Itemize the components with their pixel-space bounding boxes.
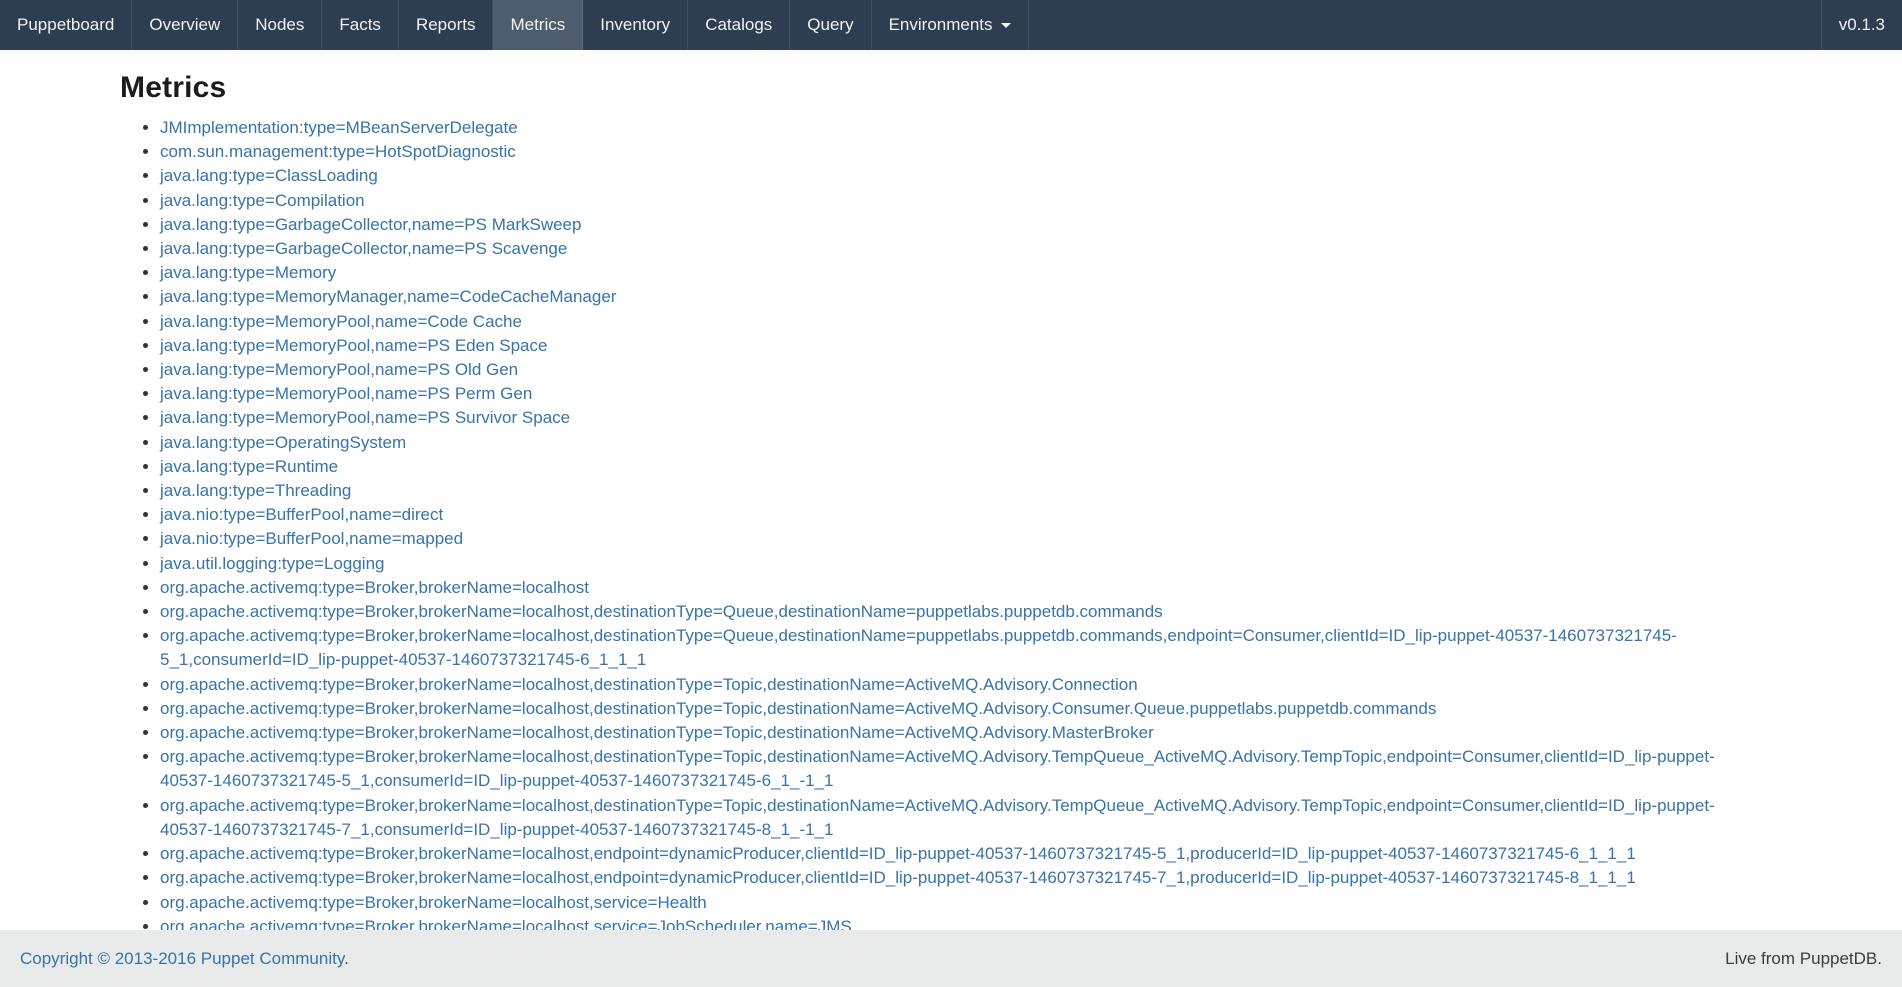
environments-dropdown[interactable]: Environments [872, 0, 1029, 50]
metric-list-item: java.lang:type=MemoryPool,name=Code Cach… [160, 310, 1740, 334]
navbar-brand[interactable]: Puppetboard [0, 0, 132, 50]
metric-list-item: org.apache.activemq:type=Broker,brokerNa… [160, 842, 1740, 866]
metric-list-item: java.lang:type=MemoryPool,name=PS Old Ge… [160, 358, 1740, 382]
metric-list-item: java.lang:type=Runtime [160, 455, 1740, 479]
metric-list-item: java.lang:type=MemoryPool,name=PS Eden S… [160, 334, 1740, 358]
metric-link[interactable]: JMImplementation:type=MBeanServerDelegat… [160, 118, 518, 137]
tab-reports[interactable]: Reports [399, 0, 494, 50]
metric-link[interactable]: java.lang:type=GarbageCollector,name=PS … [160, 239, 567, 258]
metric-list-item: org.apache.activemq:type=Broker,brokerNa… [160, 624, 1740, 672]
version-badge: v0.1.3 [1821, 0, 1902, 50]
tab-facts[interactable]: Facts [322, 0, 399, 50]
footer: Copyright © 2013-2016 Puppet Community. … [0, 930, 1902, 987]
metric-link[interactable]: org.apache.activemq:type=Broker,brokerNa… [160, 723, 1154, 742]
metric-list-item: org.apache.activemq:type=Broker,brokerNa… [160, 866, 1740, 890]
metric-link[interactable]: java.lang:type=GarbageCollector,name=PS … [160, 215, 581, 234]
metric-list-item: org.apache.activemq:type=Broker,brokerNa… [160, 745, 1740, 793]
metric-link[interactable]: java.lang:type=Threading [160, 481, 351, 500]
metric-link[interactable]: java.util.logging:type=Logging [160, 554, 384, 573]
metric-list-item: java.lang:type=Threading [160, 479, 1740, 503]
metric-list-item: org.apache.activemq:type=Broker,brokerNa… [160, 576, 1740, 600]
metric-list-item: java.lang:type=MemoryManager,name=CodeCa… [160, 285, 1740, 309]
metric-list-item: org.apache.activemq:type=Broker,brokerNa… [160, 794, 1740, 842]
metric-list-item: java.util.logging:type=Logging [160, 552, 1740, 576]
footer-copyright: Copyright © 2013-2016 Puppet Community. [20, 949, 349, 969]
metric-list-item: java.nio:type=BufferPool,name=direct [160, 503, 1740, 527]
metric-link[interactable]: java.lang:type=Memory [160, 263, 336, 282]
metric-link[interactable]: org.apache.activemq:type=Broker,brokerNa… [160, 699, 1436, 718]
metric-list-item: org.apache.activemq:type=Broker,brokerNa… [160, 673, 1740, 697]
metric-link[interactable]: org.apache.activemq:type=Broker,brokerNa… [160, 578, 589, 597]
tab-overview[interactable]: Overview [132, 0, 238, 50]
metric-list-item: JMImplementation:type=MBeanServerDelegat… [160, 116, 1740, 140]
metric-list-item: org.apache.activemq:type=Broker,brokerNa… [160, 600, 1740, 624]
metric-link[interactable]: com.sun.management:type=HotSpotDiagnosti… [160, 142, 516, 161]
copyright-link[interactable]: Copyright © 2013-2016 Puppet Community [20, 949, 344, 968]
navbar-spacer [1029, 0, 1821, 50]
metric-link[interactable]: java.lang:type=Compilation [160, 191, 365, 210]
metric-link[interactable]: org.apache.activemq:type=Broker,brokerNa… [160, 626, 1677, 669]
navbar-tabs: Overview Nodes Facts Reports Metrics Inv… [132, 0, 871, 50]
puppetdb-status: Live from PuppetDB. [1725, 949, 1882, 969]
metric-list-item: java.nio:type=BufferPool,name=mapped [160, 527, 1740, 551]
tab-metrics[interactable]: Metrics [493, 0, 583, 50]
metric-list-item: java.lang:type=MemoryPool,name=PS Perm G… [160, 382, 1740, 406]
metric-link[interactable]: org.apache.activemq:type=Broker,brokerNa… [160, 844, 1636, 863]
metric-link[interactable]: java.lang:type=OperatingSystem [160, 433, 406, 452]
metric-list-item: java.lang:type=MemoryPool,name=PS Surviv… [160, 406, 1740, 430]
metric-link[interactable]: org.apache.activemq:type=Broker,brokerNa… [160, 675, 1138, 694]
metric-link[interactable]: java.lang:type=MemoryPool,name=PS Eden S… [160, 336, 547, 355]
page-title: Metrics [120, 71, 1740, 105]
metric-list-item: com.sun.management:type=HotSpotDiagnosti… [160, 140, 1740, 164]
metric-link[interactable]: org.apache.activemq:type=Broker,brokerNa… [160, 602, 1163, 621]
chevron-down-icon [1001, 23, 1011, 28]
metric-list-item: java.lang:type=GarbageCollector,name=PS … [160, 213, 1740, 237]
tab-nodes[interactable]: Nodes [238, 0, 322, 50]
metric-link[interactable]: org.apache.activemq:type=Broker,brokerNa… [160, 893, 707, 912]
metric-list-item: org.apache.activemq:type=Broker,brokerNa… [160, 721, 1740, 745]
metric-list-item: org.apache.activemq:type=Broker,brokerNa… [160, 891, 1740, 915]
metric-link[interactable]: java.nio:type=BufferPool,name=direct [160, 505, 443, 524]
metric-link[interactable]: java.lang:type=Runtime [160, 457, 338, 476]
copyright-suffix: . [344, 949, 349, 968]
metric-link[interactable]: java.lang:type=MemoryManager,name=CodeCa… [160, 287, 616, 306]
metric-list-item: java.lang:type=Memory [160, 261, 1740, 285]
tab-catalogs[interactable]: Catalogs [688, 0, 790, 50]
main-content: Metrics JMImplementation:type=MBeanServe… [0, 71, 1902, 939]
metric-link[interactable]: java.nio:type=BufferPool,name=mapped [160, 529, 463, 548]
metric-list-item: java.lang:type=OperatingSystem [160, 431, 1740, 455]
metric-list-item: java.lang:type=Compilation [160, 189, 1740, 213]
tab-inventory[interactable]: Inventory [583, 0, 688, 50]
tab-query[interactable]: Query [790, 0, 871, 50]
metric-list-item: java.lang:type=ClassLoading [160, 164, 1740, 188]
metric-link[interactable]: java.lang:type=MemoryPool,name=PS Old Ge… [160, 360, 518, 379]
metric-link[interactable]: java.lang:type=MemoryPool,name=PS Surviv… [160, 408, 570, 427]
metric-link[interactable]: org.apache.activemq:type=Broker,brokerNa… [160, 868, 1636, 887]
metric-list: JMImplementation:type=MBeanServerDelegat… [120, 116, 1740, 939]
metric-link[interactable]: org.apache.activemq:type=Broker,brokerNa… [160, 747, 1715, 790]
metric-link[interactable]: java.lang:type=MemoryPool,name=Code Cach… [160, 312, 522, 331]
metric-list-item: org.apache.activemq:type=Broker,brokerNa… [160, 697, 1740, 721]
navbar: Puppetboard Overview Nodes Facts Reports… [0, 0, 1902, 50]
environments-dropdown-label: Environments [889, 15, 993, 35]
metric-link[interactable]: java.lang:type=ClassLoading [160, 166, 378, 185]
metric-link[interactable]: org.apache.activemq:type=Broker,brokerNa… [160, 796, 1715, 839]
metric-link[interactable]: java.lang:type=MemoryPool,name=PS Perm G… [160, 384, 532, 403]
metric-list-item: java.lang:type=GarbageCollector,name=PS … [160, 237, 1740, 261]
